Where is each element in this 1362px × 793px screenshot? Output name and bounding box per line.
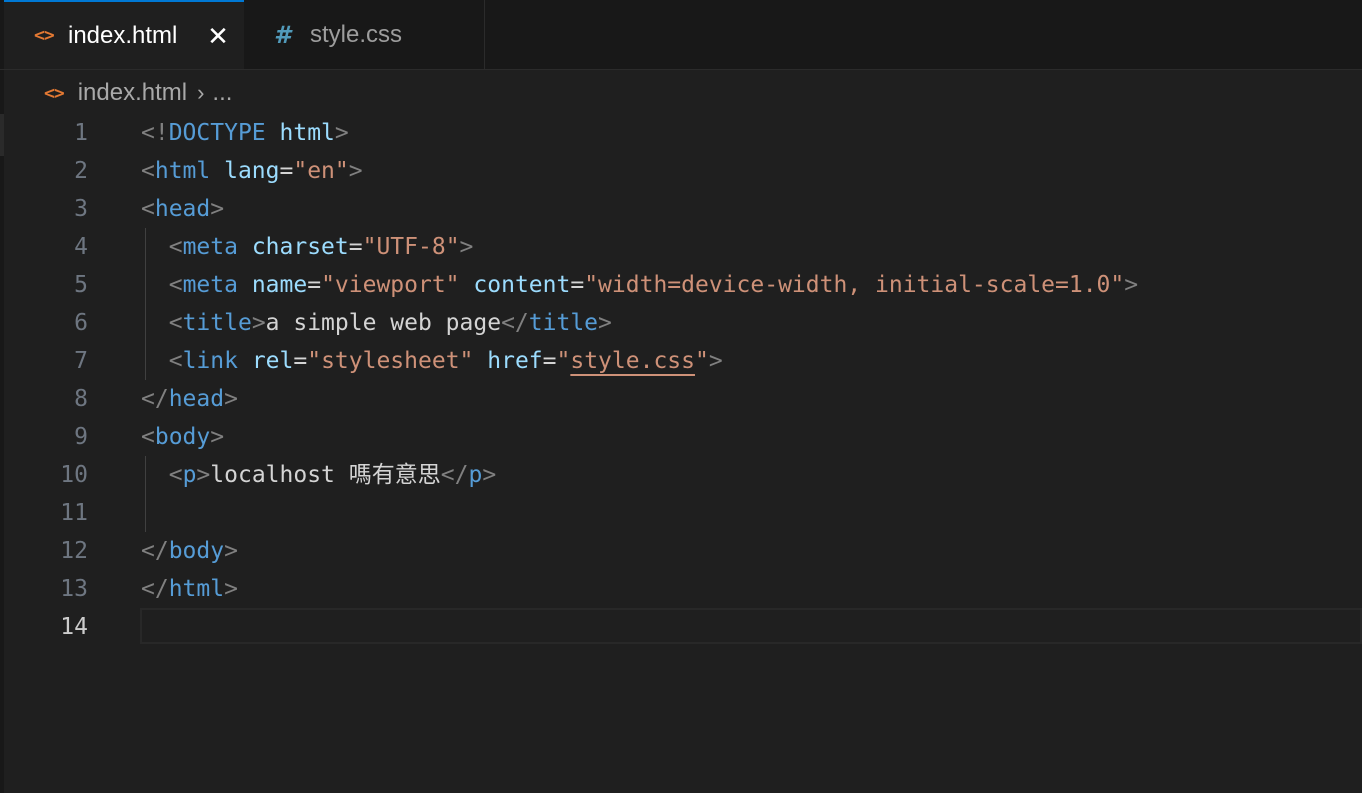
line-code: <meta charset="UTF-8"> <box>168 234 474 260</box>
line-number: 6 <box>74 310 88 336</box>
code-line[interactable]: 6 <title>a simple web page</title> <box>4 304 1362 342</box>
line-number: 11 <box>60 500 88 526</box>
line-code: <title>a simple web page</title> <box>168 310 612 336</box>
breadcrumb-more[interactable]: ... <box>212 79 232 107</box>
current-line-highlight <box>140 608 1362 644</box>
code-line[interactable]: 13 </html> <box>4 570 1362 608</box>
code-line[interactable]: 1 <!DOCTYPE html> <box>4 114 1362 152</box>
stylesheet-link[interactable]: style.css <box>570 348 695 374</box>
line-number: 3 <box>74 196 88 222</box>
line-number: 5 <box>74 272 88 298</box>
code-line[interactable]: 12 </body> <box>4 532 1362 570</box>
code-line[interactable]: 7 <link rel="stylesheet" href="style.css… <box>4 342 1362 380</box>
line-number: 8 <box>74 386 88 412</box>
code-line[interactable]: 9 <body> <box>4 418 1362 456</box>
code-line[interactable]: 11 <box>4 494 1362 532</box>
css-file-icon: # <box>274 20 291 49</box>
line-number: 4 <box>74 234 88 260</box>
breadcrumb-file[interactable]: index.html <box>78 79 187 107</box>
close-tab-icon[interactable]: ✕ <box>204 22 232 50</box>
code-line[interactable]: 4 <meta charset="UTF-8"> <box>4 228 1362 266</box>
code-editor[interactable]: 1 <!DOCTYPE html> 2 <html lang="en"> 3 <… <box>4 114 1362 793</box>
breadcrumb: <> index.html › ... <box>44 76 232 110</box>
line-number: 2 <box>74 158 88 184</box>
line-code: </head> <box>141 386 238 412</box>
tab-style-css[interactable]: # style.css <box>244 0 485 69</box>
code-line[interactable]: 2 <html lang="en"> <box>4 152 1362 190</box>
chevron-right-icon: › <box>197 80 205 105</box>
line-code: <p>localhost 嗎有意思</p> <box>168 462 497 488</box>
code-line[interactable]: 8 </head> <box>4 380 1362 418</box>
line-code: <head> <box>141 196 225 222</box>
line-number: 1 <box>74 120 88 146</box>
line-number: 7 <box>74 348 88 374</box>
editor-tab-bar: <> index.html ✕ # style.css <box>0 0 1362 70</box>
line-code: <body> <box>141 424 225 450</box>
line-number: 13 <box>60 576 88 602</box>
line-code: <link rel="stylesheet" href="style.css"> <box>168 348 723 374</box>
line-number: 12 <box>60 538 88 564</box>
line-number: 14 <box>60 614 88 640</box>
line-number: 10 <box>60 462 88 488</box>
code-line[interactable]: 3 <head> <box>4 190 1362 228</box>
tab-label: index.html <box>68 21 178 49</box>
html-file-icon: <> <box>34 25 55 46</box>
tab-label: style.css <box>310 20 403 48</box>
line-code: </body> <box>141 538 238 564</box>
line-number: 9 <box>74 424 88 450</box>
tab-index-html[interactable]: <> index.html ✕ <box>4 0 244 69</box>
code-line[interactable]: 5 <meta name="viewport" content="width=d… <box>4 266 1362 304</box>
code-line[interactable]: 10 <p>localhost 嗎有意思</p> <box>4 456 1362 494</box>
line-code: <html lang="en"> <box>141 158 363 184</box>
line-code: </html> <box>141 576 238 602</box>
html-file-icon: <> <box>44 82 65 104</box>
line-code: <meta name="viewport" content="width=dev… <box>168 272 1139 298</box>
line-code: <!DOCTYPE html> <box>141 120 349 146</box>
